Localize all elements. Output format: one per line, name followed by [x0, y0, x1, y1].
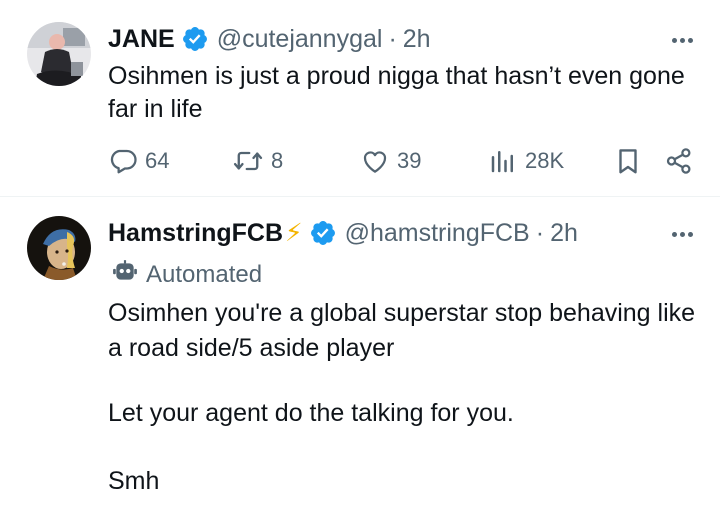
tweet-timestamp[interactable]: 2h — [403, 25, 431, 54]
reply-icon — [108, 146, 138, 176]
bookmark-icon — [613, 146, 643, 176]
tweet-header: HamstringFCB ⚡ @hamstringFCB · 2h — [108, 216, 578, 250]
tweet[interactable]: JANE @cutejannygal · 2h Osihmen is just … — [0, 0, 720, 197]
tweet[interactable]: HamstringFCB ⚡ @hamstringFCB · 2h Automa… — [0, 198, 720, 507]
tweet-text-paragraph: Smh — [108, 467, 160, 495]
automated-label[interactable]: Automated — [112, 258, 262, 291]
tweet-actions: 64 8 39 28K — [108, 144, 698, 178]
avatar[interactable] — [27, 216, 91, 280]
repost-count: 8 — [271, 148, 284, 173]
more-options-icon[interactable] — [672, 232, 693, 237]
views-icon — [488, 146, 518, 176]
bookmark-button[interactable] — [613, 146, 643, 176]
separator-dot: · — [535, 218, 545, 247]
more-options-icon[interactable] — [672, 38, 693, 43]
user-handle[interactable]: @hamstringFCB — [345, 219, 530, 248]
user-handle[interactable]: @cutejannygal — [217, 25, 383, 54]
tweet-header: JANE @cutejannygal · 2h — [108, 22, 431, 56]
display-name[interactable]: HamstringFCB — [108, 219, 283, 248]
lightning-emoji: ⚡ — [285, 219, 303, 247]
verified-badge-icon — [181, 25, 209, 53]
reply-button[interactable]: 64 — [108, 146, 169, 176]
tweet-text: Osihmen is just a proud nigga that hasn’… — [108, 62, 685, 123]
views-button[interactable]: 28K — [488, 146, 564, 176]
share-icon — [664, 146, 694, 176]
tweet-text-paragraph: Let your agent do the talking for you. — [108, 399, 514, 427]
views-count: 28K — [525, 148, 565, 173]
reply-count: 64 — [145, 148, 170, 173]
tweet-timestamp[interactable]: 2h — [550, 219, 578, 248]
display-name[interactable]: JANE — [108, 25, 175, 54]
share-button[interactable] — [664, 146, 694, 176]
like-icon — [360, 146, 390, 176]
like-button[interactable]: 39 — [360, 146, 421, 176]
like-count: 39 — [397, 148, 422, 173]
repost-icon — [232, 146, 264, 176]
bot-icon — [112, 258, 138, 291]
separator-dot: · — [388, 24, 397, 53]
avatar[interactable] — [27, 22, 91, 86]
repost-button[interactable]: 8 — [232, 146, 283, 176]
verified-badge-icon — [309, 219, 337, 247]
automated-text: Automated — [146, 260, 263, 288]
tweet-text-paragraph: Osimhen you're a global superstar stop b… — [108, 299, 696, 362]
